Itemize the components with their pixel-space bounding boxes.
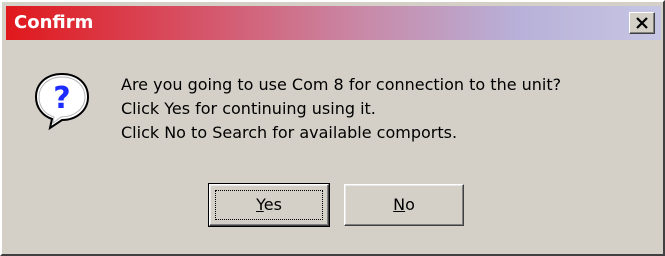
message-line-3: Click No to Search for available comport…	[121, 123, 458, 142]
message-text: Are you going to use Com 8 for connectio…	[121, 73, 661, 145]
yes-button[interactable]: Yes	[208, 183, 330, 227]
title-bar[interactable]: Confirm	[6, 6, 661, 40]
message-line-1: Are you going to use Com 8 for connectio…	[121, 75, 562, 94]
message-line-2: Click Yes for continuing using it.	[121, 99, 376, 118]
no-mnemonic: N	[393, 195, 406, 214]
close-button[interactable]	[629, 12, 655, 34]
window-title: Confirm	[14, 12, 94, 33]
close-icon	[636, 17, 648, 29]
svg-text:?: ?	[53, 81, 70, 116]
yes-mnemonic: Y	[256, 195, 264, 214]
question-icon: ?	[34, 72, 90, 130]
no-label: o	[405, 195, 415, 214]
confirm-dialog: Confirm ? Are you going to use Com 8 for…	[0, 0, 665, 256]
no-button[interactable]: No	[344, 184, 464, 226]
yes-label: es	[263, 195, 282, 214]
